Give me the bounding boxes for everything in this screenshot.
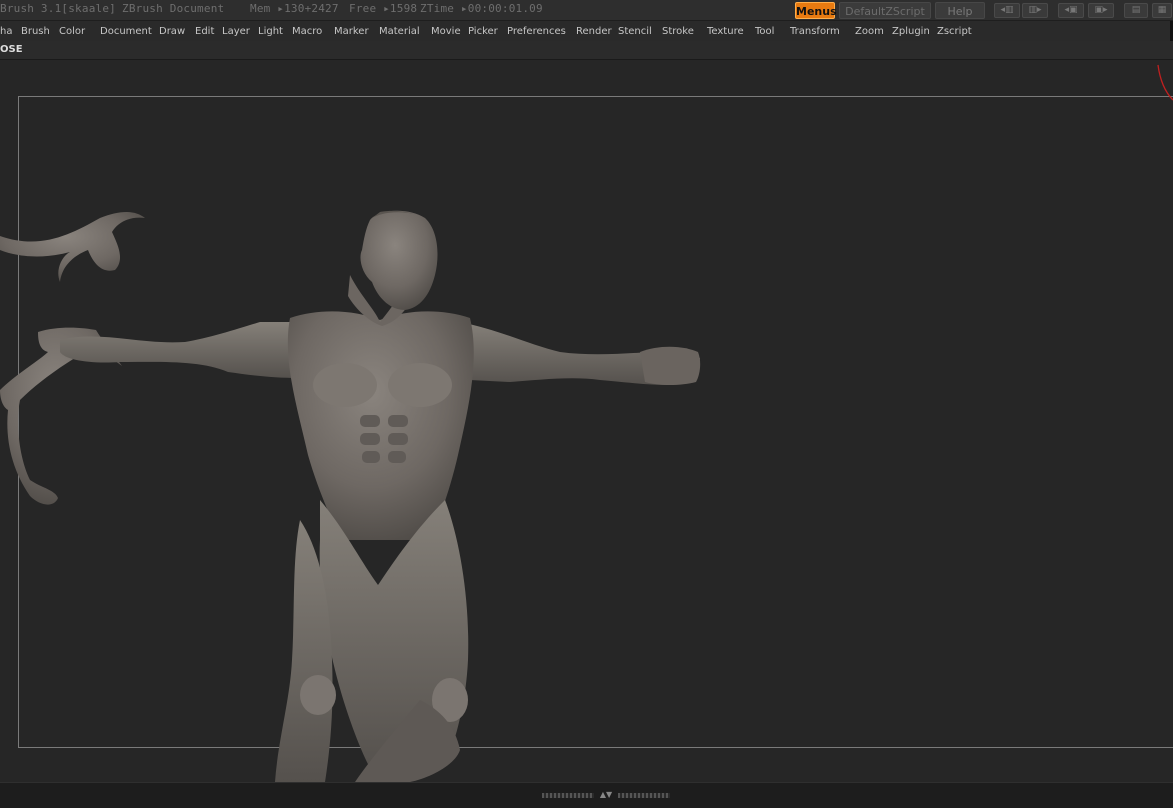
close-button[interactable]: OSE	[0, 44, 23, 55]
memory-readout: Mem ▸130+2427	[250, 2, 339, 15]
menu-item-light[interactable]: Light	[258, 26, 283, 37]
menu-item-movie[interactable]: Movie	[431, 26, 461, 37]
menu-item-draw[interactable]: Draw	[159, 26, 185, 37]
app-title: Brush 3.1[skaale]	[0, 2, 116, 15]
panel-grip[interactable]: ▲▼	[542, 790, 670, 799]
undo-layout-icon[interactable]: ▣▸	[1088, 3, 1114, 18]
menu-item-stroke[interactable]: Stroke	[662, 26, 694, 37]
grip-right	[618, 793, 670, 798]
sculpt-viewport[interactable]	[0, 60, 1173, 782]
menu-item-stencil[interactable]: Stencil	[618, 26, 652, 37]
lock-toggle-icon[interactable]: ▦	[1152, 3, 1172, 18]
sculpted-figure	[60, 210, 701, 782]
menu-item-color[interactable]: Color	[59, 26, 85, 37]
layout-icon[interactable]: ◂▣	[1058, 3, 1084, 18]
document-canvas[interactable]	[0, 60, 1173, 782]
scroll-left-icon[interactable]: ◂▥	[994, 3, 1020, 18]
grip-arrows-icon[interactable]: ▲▼	[596, 790, 616, 799]
menu-item-preferences[interactable]: Preferences	[507, 26, 566, 37]
help-button[interactable]: Help	[935, 2, 985, 19]
rotation-indicator-arc	[1157, 64, 1173, 101]
menu-bar: ha Brush Color Document Draw Edit Layer …	[0, 21, 1173, 41]
sub-bar: OSE	[0, 41, 1173, 60]
menu-item-document[interactable]: Document	[100, 26, 152, 37]
lock-icon[interactable]: ▤	[1124, 3, 1148, 18]
menu-item-material[interactable]: Material	[379, 26, 420, 37]
menu-item-layer[interactable]: Layer	[222, 26, 250, 37]
menu-item-render[interactable]: Render	[576, 26, 612, 37]
menu-item-picker[interactable]: Picker	[468, 26, 498, 37]
menu-item-alpha[interactable]: ha	[0, 26, 12, 37]
grip-left	[542, 793, 594, 798]
menu-item-zoom[interactable]: Zoom	[855, 26, 884, 37]
menu-item-macro[interactable]: Macro	[292, 26, 322, 37]
menu-item-transform[interactable]: Transform	[790, 26, 840, 37]
bottom-bar: ▲▼	[0, 782, 1173, 808]
menu-item-zscript[interactable]: Zscript	[937, 26, 972, 37]
title-bar: Brush 3.1[skaale] ZBrush Document Mem ▸1…	[0, 0, 1173, 21]
default-zscript-button[interactable]: DefaultZScript	[839, 2, 931, 19]
ribbon-shape-top	[0, 212, 145, 282]
menu-item-tool[interactable]: Tool	[755, 26, 774, 37]
free-memory-readout: Free ▸1598	[349, 2, 418, 15]
document-title: ZBrush Document	[122, 2, 225, 15]
menus-button[interactable]: Menus	[795, 2, 837, 19]
menu-item-edit[interactable]: Edit	[195, 26, 214, 37]
menu-item-texture[interactable]: Texture	[707, 26, 744, 37]
menu-item-marker[interactable]: Marker	[334, 26, 369, 37]
ztime-readout: ZTime ▸00:00:01.09	[420, 2, 543, 15]
menu-item-zplugin[interactable]: Zplugin	[892, 26, 930, 37]
scroll-right-icon[interactable]: ▥▸	[1022, 3, 1048, 18]
menu-item-brush[interactable]: Brush	[21, 26, 50, 37]
